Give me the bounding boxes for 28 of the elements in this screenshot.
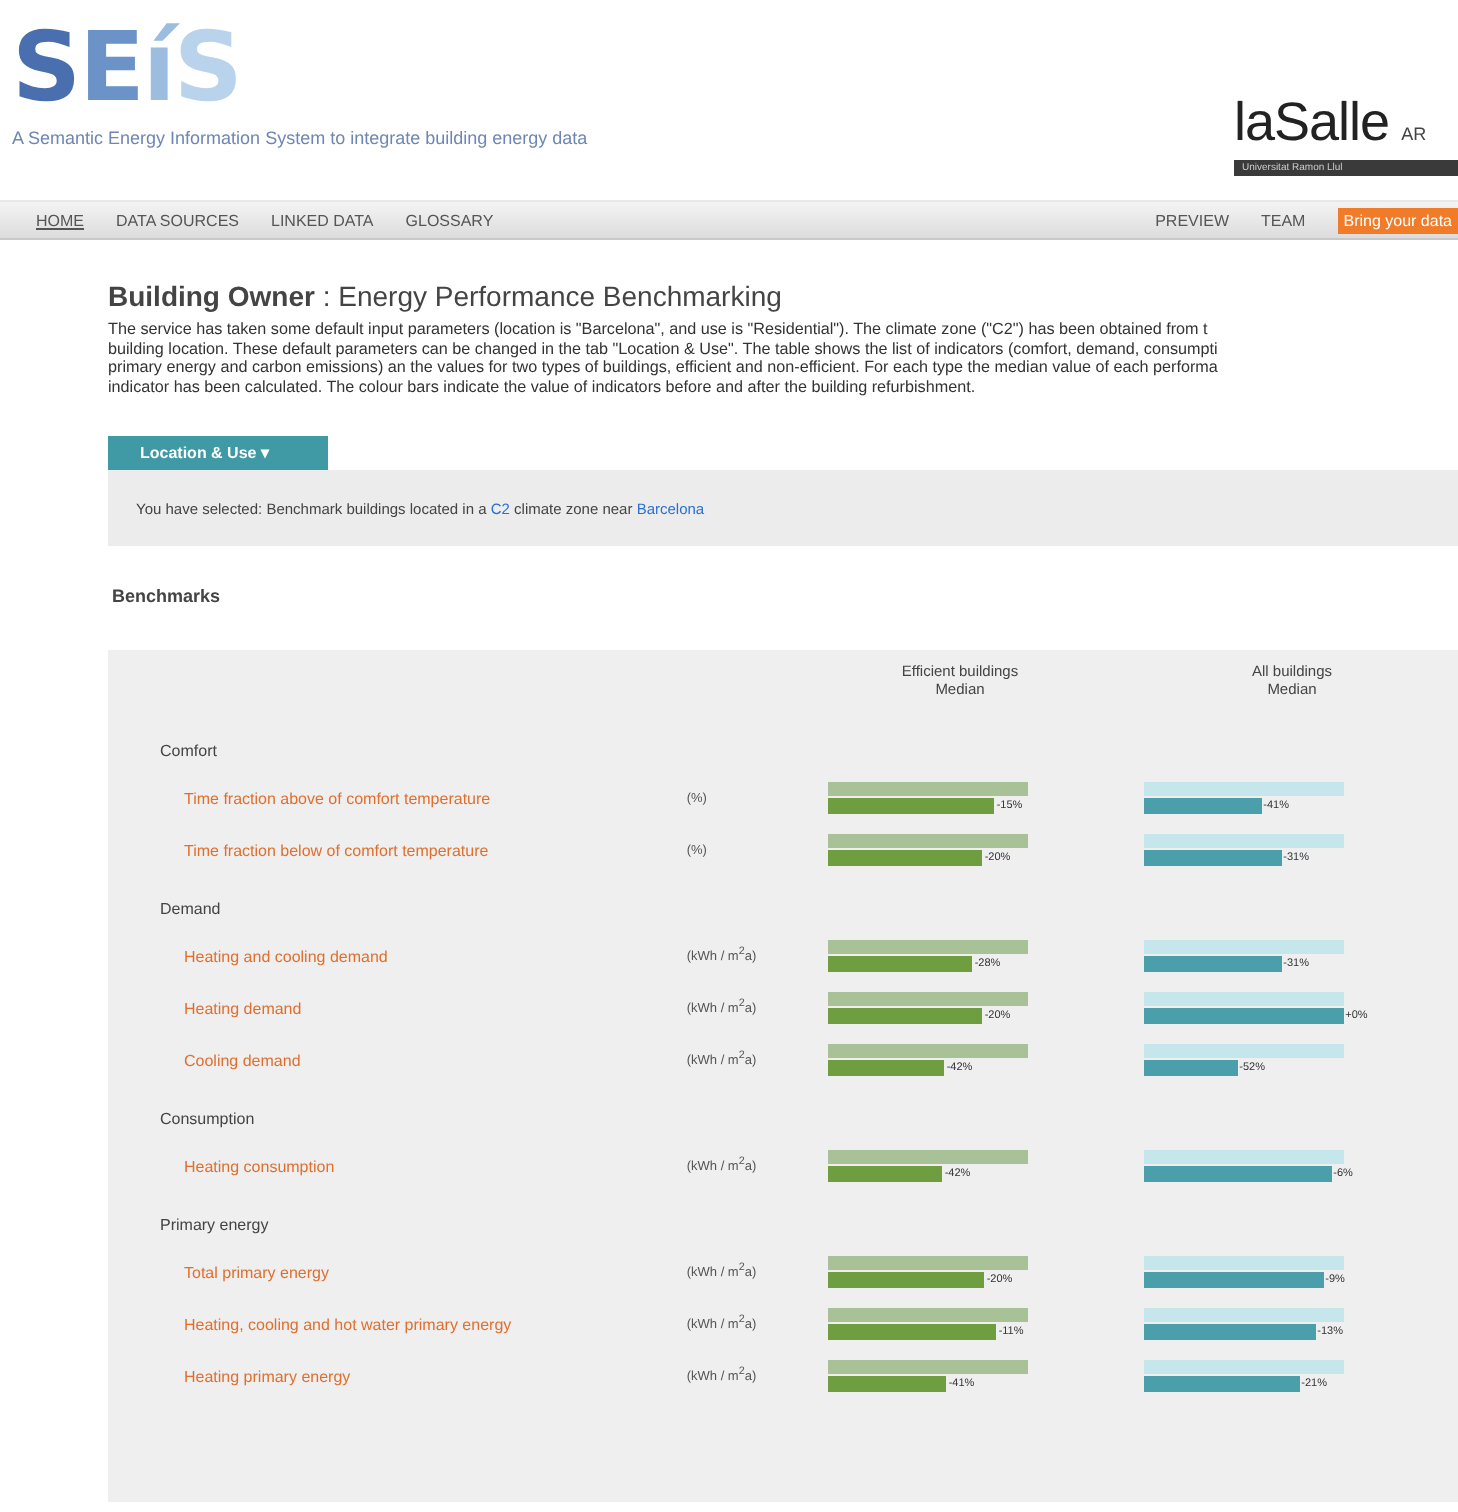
indicator-link[interactable]: Heating, cooling and hot water primary energy <box>184 1315 687 1333</box>
indicator-link[interactable]: Heating demand <box>184 999 687 1017</box>
indicator-link[interactable]: Time fraction above of comfort temperature <box>184 789 687 807</box>
nav-link[interactable]: PREVIEW <box>1155 211 1229 229</box>
nav-link[interactable]: HOME <box>36 211 84 229</box>
location-use-tab[interactable]: Location & Use ▾ <box>108 436 328 470</box>
group-title: Primary energy <box>160 1216 271 1234</box>
section-title: Benchmarks <box>112 586 223 606</box>
partner-logo: laSalle <box>1234 92 1390 154</box>
intro-paragraph: The service has taken some default input parameters (location is "Barcelona", and use is "Residential"). The climate zone ("C2") has been obtained from t building location. These default parameters can be changed in the tab "Location & Use". The table shows the list of indicators (comfort, demand, consumpti primary energy and carbon emissions) an the values for two types of buildings, efficient and non-efficient. For each type the median value of each performa indicator has been calculated. The colour bars indicate the value of indicators before and after the building refurbishment. <box>108 320 1220 396</box>
bring-data-button[interactable]: Bring your data <box>1337 207 1458 233</box>
indicator-link[interactable]: Time fraction below of comfort temperature <box>184 841 687 859</box>
nav-link[interactable]: GLOSSARY <box>405 211 494 229</box>
tagline: A Semantic Energy Information System to integrate building energy data <box>12 128 588 148</box>
indicator-link[interactable]: Heating consumption <box>184 1157 687 1175</box>
nav-link[interactable]: DATA SOURCES <box>116 211 239 229</box>
indicator-link[interactable]: Heating primary energy <box>184 1367 687 1385</box>
group-title: Comfort <box>160 742 219 760</box>
indicator-link[interactable]: Total primary energy <box>184 1263 687 1281</box>
page-title: Building Owner : Energy Performance Benchmarking <box>108 280 784 312</box>
indicator-link[interactable]: Heating and cooling demand <box>184 947 687 965</box>
group-title: Consumption <box>160 1110 257 1128</box>
partner-suffix: AR <box>1401 124 1427 144</box>
logo: SEíS <box>12 16 243 120</box>
nav-link[interactable]: TEAM <box>1261 211 1306 229</box>
group-title: Demand <box>160 900 223 918</box>
nav-link[interactable]: LINKED DATA <box>271 211 374 229</box>
indicator-link[interactable]: Cooling demand <box>184 1051 687 1069</box>
